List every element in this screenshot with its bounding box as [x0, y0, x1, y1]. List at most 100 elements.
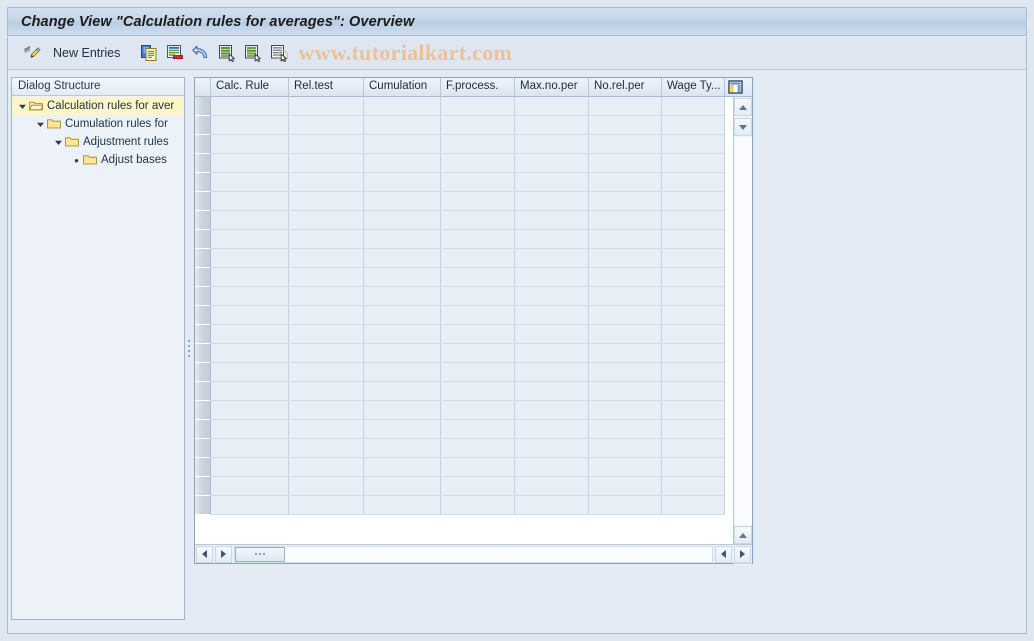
table-cell[interactable]	[441, 173, 515, 192]
row-selector-button[interactable]	[195, 268, 211, 287]
column-header-3[interactable]: F.process.	[441, 78, 515, 96]
tree-item-2[interactable]: Adjustment rules	[12, 133, 184, 151]
grid-select-all-corner[interactable]	[195, 78, 211, 96]
row-selector-button[interactable]	[195, 192, 211, 211]
table-row[interactable]	[195, 477, 752, 496]
table-cell[interactable]	[515, 192, 589, 211]
table-cell[interactable]	[441, 287, 515, 306]
table-cell[interactable]	[662, 287, 725, 306]
table-cell[interactable]	[364, 268, 441, 287]
table-cell[interactable]	[515, 154, 589, 173]
column-header-0[interactable]: Calc. Rule	[211, 78, 289, 96]
delete-button[interactable]	[162, 41, 188, 66]
table-cell[interactable]	[364, 363, 441, 382]
table-cell[interactable]	[364, 287, 441, 306]
table-cell[interactable]	[662, 268, 725, 287]
undo-button[interactable]	[188, 41, 214, 66]
table-cell[interactable]	[662, 420, 725, 439]
table-cell[interactable]	[589, 458, 662, 477]
table-cell[interactable]	[515, 325, 589, 344]
table-cell[interactable]	[364, 211, 441, 230]
table-cell[interactable]	[515, 135, 589, 154]
row-selector-button[interactable]	[195, 154, 211, 173]
row-selector-button[interactable]	[195, 306, 211, 325]
table-cell[interactable]	[211, 173, 289, 192]
table-cell[interactable]	[289, 135, 364, 154]
table-cell[interactable]	[515, 496, 589, 515]
table-cell[interactable]	[441, 192, 515, 211]
table-cell[interactable]	[289, 211, 364, 230]
table-cell[interactable]	[589, 382, 662, 401]
table-cell[interactable]	[289, 344, 364, 363]
table-cell[interactable]	[662, 401, 725, 420]
table-cell[interactable]	[364, 173, 441, 192]
table-cell[interactable]	[211, 230, 289, 249]
table-cell[interactable]	[441, 325, 515, 344]
scroll-page-up-button[interactable]	[734, 98, 752, 116]
hscroll-right-button-right[interactable]	[734, 545, 751, 563]
row-selector-button[interactable]	[195, 249, 211, 268]
table-cell[interactable]	[364, 439, 441, 458]
table-row[interactable]	[195, 439, 752, 458]
table-cell[interactable]	[211, 192, 289, 211]
table-cell[interactable]	[364, 458, 441, 477]
table-cell[interactable]	[211, 287, 289, 306]
table-cell[interactable]	[662, 344, 725, 363]
table-row[interactable]	[195, 306, 752, 325]
row-selector-button[interactable]	[195, 477, 211, 496]
table-cell[interactable]	[211, 477, 289, 496]
table-cell[interactable]	[211, 306, 289, 325]
column-header-1[interactable]: Rel.test	[289, 78, 364, 96]
table-cell[interactable]	[515, 287, 589, 306]
row-selector-button[interactable]	[195, 401, 211, 420]
copy-button[interactable]	[136, 41, 162, 66]
select-layout-button[interactable]	[266, 41, 292, 66]
table-cell[interactable]	[515, 116, 589, 135]
table-cell[interactable]	[515, 306, 589, 325]
table-cell[interactable]	[662, 192, 725, 211]
grid-vertical-scrollbar[interactable]	[733, 97, 752, 565]
table-cell[interactable]	[662, 458, 725, 477]
table-cell[interactable]	[289, 173, 364, 192]
table-cell[interactable]	[441, 154, 515, 173]
table-cell[interactable]	[364, 344, 441, 363]
row-selector-button[interactable]	[195, 496, 211, 515]
table-row[interactable]	[195, 287, 752, 306]
table-cell[interactable]	[662, 154, 725, 173]
table-cell[interactable]	[515, 173, 589, 192]
table-cell[interactable]	[589, 173, 662, 192]
table-cell[interactable]	[515, 363, 589, 382]
table-cell[interactable]	[589, 135, 662, 154]
table-cell[interactable]	[515, 382, 589, 401]
table-cell[interactable]	[289, 249, 364, 268]
row-selector-button[interactable]	[195, 135, 211, 154]
table-cell[interactable]	[211, 116, 289, 135]
table-cell[interactable]	[289, 325, 364, 344]
table-cell[interactable]	[589, 249, 662, 268]
table-cell[interactable]	[589, 496, 662, 515]
table-cell[interactable]	[441, 268, 515, 287]
table-row[interactable]	[195, 268, 752, 287]
table-cell[interactable]	[662, 477, 725, 496]
table-cell[interactable]	[289, 192, 364, 211]
table-cell[interactable]	[515, 249, 589, 268]
table-cell[interactable]	[662, 306, 725, 325]
table-row[interactable]	[195, 116, 752, 135]
table-row[interactable]	[195, 458, 752, 477]
table-cell[interactable]	[589, 230, 662, 249]
table-cell[interactable]	[589, 306, 662, 325]
table-cell[interactable]	[589, 268, 662, 287]
table-cell[interactable]	[289, 401, 364, 420]
table-cell[interactable]	[289, 496, 364, 515]
table-cell[interactable]	[211, 325, 289, 344]
table-cell[interactable]	[364, 401, 441, 420]
row-selector-button[interactable]	[195, 116, 211, 135]
table-cell[interactable]	[289, 382, 364, 401]
table-cell[interactable]	[211, 268, 289, 287]
table-cell[interactable]	[289, 287, 364, 306]
table-row[interactable]	[195, 249, 752, 268]
deselect-all-button[interactable]	[240, 41, 266, 66]
tree-item-0[interactable]: Calculation rules for aver	[12, 97, 184, 115]
table-cell[interactable]	[441, 496, 515, 515]
column-header-4[interactable]: Max.no.per	[515, 78, 589, 96]
